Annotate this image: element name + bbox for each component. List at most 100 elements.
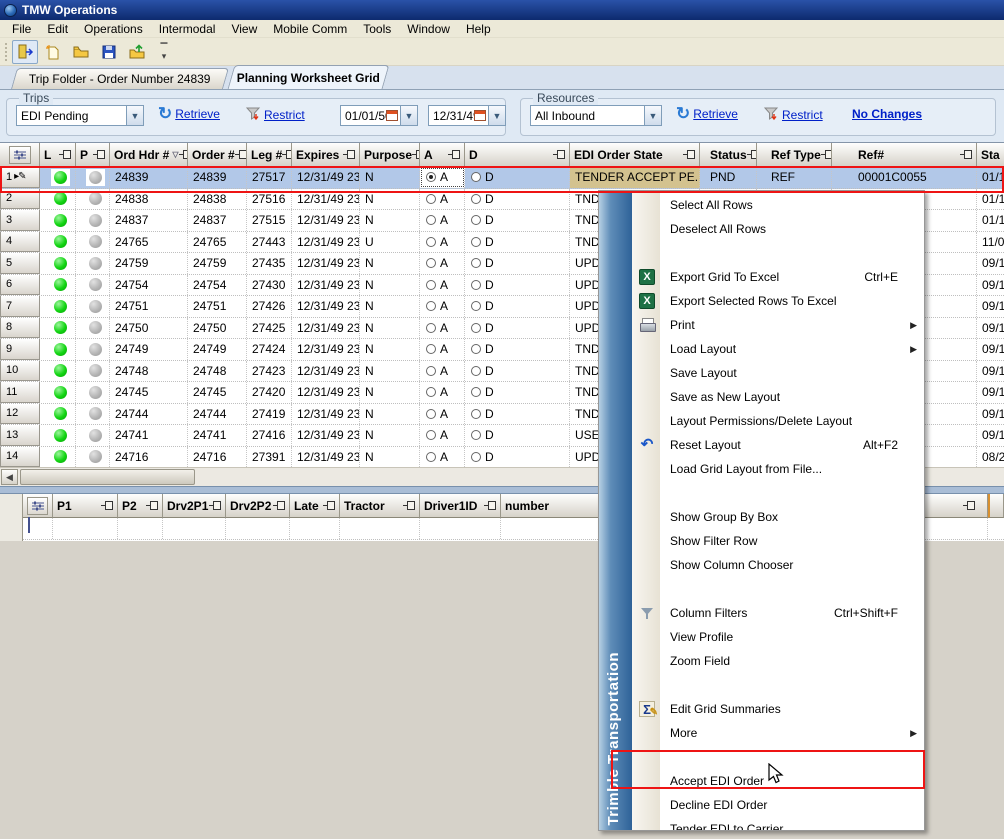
menubar-item[interactable]: Window (399, 21, 458, 37)
decline-radio[interactable]: D (465, 232, 570, 253)
menubar-item[interactable]: Help (458, 21, 499, 37)
row-header[interactable]: 1▸✎ (0, 167, 40, 188)
decline-radio[interactable]: D (465, 296, 570, 317)
exit-button[interactable] (12, 40, 38, 64)
resources-filter-combo[interactable]: All Inbound▼ (530, 105, 662, 126)
column-header[interactable]: Late (290, 494, 340, 518)
menubar-item[interactable]: Intermodal (151, 21, 224, 37)
resources-restrict-link[interactable]: Restrict (782, 108, 823, 122)
menubar-item[interactable]: File (4, 21, 39, 37)
column-header[interactable]: Leg # ▽ (247, 143, 292, 167)
menubar-item[interactable]: Tools (355, 21, 399, 37)
column-header[interactable]: P ▽ (76, 143, 110, 167)
row-header[interactable]: 11 (0, 382, 40, 403)
menu-item[interactable]: Load Layout ▶ (632, 337, 924, 361)
column-header[interactable]: Tractor (340, 494, 420, 518)
trips-filter-combo[interactable]: EDI Pending▼ (16, 105, 144, 126)
menu-item[interactable]: Show Column Chooser ▶ (632, 553, 924, 577)
accept-radio[interactable]: A (420, 339, 465, 360)
decline-radio[interactable]: D (465, 382, 570, 403)
menu-item[interactable]: Show Filter Row ▶ (632, 529, 924, 553)
column-header[interactable]: Status ▽ (700, 143, 757, 167)
menu-item[interactable]: Decline EDI Order ▶ (632, 793, 924, 817)
menu-item[interactable]: Export Grid To Excel Ctrl+E ▶ (632, 265, 924, 289)
menubar-item[interactable]: View (223, 21, 265, 37)
column-header[interactable]: D ▽ (465, 143, 570, 167)
decline-radio[interactable]: D (465, 189, 570, 210)
menubar-item[interactable]: Mobile Comm (265, 21, 355, 37)
menu-item[interactable]: Tender EDI to Carrier ▶ (632, 817, 924, 830)
accept-radio[interactable]: A (420, 425, 465, 446)
menu-item[interactable]: View Profile ▶ (632, 625, 924, 649)
pin-column-icon[interactable] (747, 150, 757, 159)
accept-radio[interactable]: A (420, 275, 465, 296)
toolbar-overflow-button[interactable]: ▔▾ (157, 44, 171, 60)
pin-column-icon[interactable] (343, 150, 355, 159)
column-header[interactable]: Purpose ▽ (360, 143, 420, 167)
grid-customize-button[interactable] (9, 146, 31, 164)
pin-column-icon[interactable] (179, 150, 189, 159)
menu-item[interactable]: Save Layout ▶ (632, 361, 924, 385)
column-header[interactable]: Sta ▽ (977, 143, 1004, 167)
pin-column-icon[interactable] (960, 150, 972, 159)
decline-radio[interactable]: D (465, 339, 570, 360)
accept-radio[interactable]: A (420, 189, 465, 210)
decline-radio[interactable]: D (465, 318, 570, 339)
accept-radio[interactable]: A (420, 232, 465, 253)
pin-column-icon[interactable] (282, 150, 292, 159)
date-to-picker[interactable]: 12/31/49▼ (428, 105, 506, 126)
accept-radio[interactable]: A (420, 361, 465, 382)
column-header[interactable]: EDI Order State ▽ (570, 143, 700, 167)
menu-item[interactable]: Load Grid Layout from File... ▶ (632, 457, 924, 481)
accept-radio[interactable]: A (420, 447, 465, 468)
row-header[interactable]: 14 (0, 447, 40, 468)
column-header[interactable]: A ▽ (420, 143, 465, 167)
menu-item[interactable]: Edit Grid Summaries ▶ (632, 697, 924, 721)
grid-customize-button[interactable] (27, 497, 48, 515)
row-header[interactable]: 8 (0, 318, 40, 339)
open-button[interactable] (68, 40, 94, 64)
row-header[interactable]: 3 (0, 210, 40, 231)
accept-radio[interactable]: A (420, 318, 465, 339)
column-header[interactable]: L ▽ (40, 143, 76, 167)
pin-column-icon[interactable] (484, 501, 496, 510)
pin-column-icon[interactable] (146, 501, 158, 510)
row-header[interactable]: 5 (0, 253, 40, 274)
pin-column-icon[interactable] (448, 150, 460, 159)
menu-item[interactable]: Column Filters Ctrl+Shift+F ▶ (632, 601, 924, 625)
menubar-item[interactable]: Operations (76, 21, 151, 37)
menu-item[interactable]: More ▶ (632, 721, 924, 745)
pin-column-icon[interactable] (235, 150, 247, 159)
column-header[interactable]: Ord Hdr # ▽ (110, 143, 188, 167)
save-button[interactable] (96, 40, 122, 64)
row-header[interactable]: 10 (0, 361, 40, 382)
accept-radio[interactable]: A (420, 253, 465, 274)
pin-column-icon[interactable] (412, 150, 420, 159)
decline-radio[interactable]: D (465, 404, 570, 425)
decline-radio[interactable]: D (465, 253, 570, 274)
tab-trip-folder[interactable]: Trip Folder - Order Number 24839 (11, 68, 229, 89)
pin-column-icon[interactable] (209, 501, 221, 510)
scrollbar-thumb[interactable] (20, 469, 195, 485)
pin-column-icon[interactable] (403, 501, 415, 510)
column-header[interactable]: P2 (118, 494, 163, 518)
menu-item[interactable]: ▶ (632, 577, 924, 601)
row-header[interactable]: 9 (0, 339, 40, 360)
accept-radio[interactable]: A (420, 382, 465, 403)
trips-retrieve-link[interactable]: Retrieve (175, 107, 220, 121)
pin-column-icon[interactable] (273, 501, 285, 510)
decline-radio[interactable]: D (465, 210, 570, 231)
accept-radio[interactable]: A (420, 404, 465, 425)
column-header[interactable]: Ref# ▽ (832, 143, 977, 167)
menubar-item[interactable]: Edit (39, 21, 76, 37)
date-from-picker[interactable]: 01/01/50▼ (340, 105, 418, 126)
row-header[interactable]: 4 (0, 232, 40, 253)
pin-column-icon[interactable] (963, 501, 975, 510)
pin-column-icon[interactable] (553, 150, 565, 159)
column-header[interactable]: Expires ▽ (292, 143, 360, 167)
resources-retrieve-link[interactable]: Retrieve (693, 107, 738, 121)
row-header[interactable]: 13 (0, 425, 40, 446)
menu-item[interactable]: Reset Layout Alt+F2 ▶ (632, 433, 924, 457)
menu-item[interactable]: Export Selected Rows To Excel ▶ (632, 289, 924, 313)
scroll-left-arrow[interactable]: ◀ (1, 469, 18, 485)
